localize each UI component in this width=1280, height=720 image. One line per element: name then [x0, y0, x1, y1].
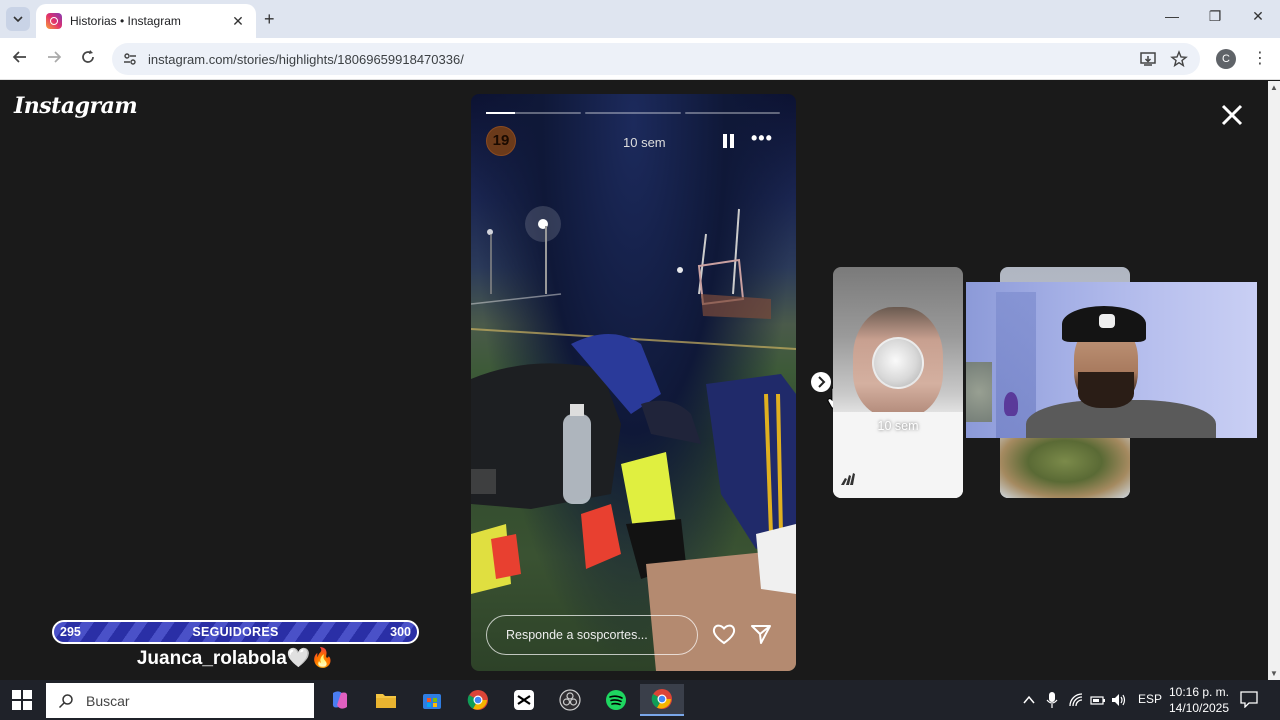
- wifi-icon[interactable]: [1068, 692, 1084, 708]
- capcut-icon[interactable]: [502, 684, 546, 716]
- browser-toolbar: instagram.com/stories/highlights/1806965…: [0, 38, 1280, 80]
- chrome-icon[interactable]: [456, 684, 500, 716]
- system-clock[interactable]: 10:16 p. m. 14/10/2025: [1164, 684, 1234, 716]
- story-progress-bar: [486, 112, 780, 114]
- tab-search-button[interactable]: [6, 7, 30, 31]
- back-button[interactable]: [10, 49, 30, 69]
- minimize-button[interactable]: —: [1152, 8, 1192, 24]
- arrow-left-icon: [12, 51, 26, 63]
- story-time: 10 sem: [623, 135, 666, 150]
- follower-count: 295: [60, 625, 81, 639]
- url-text: instagram.com/stories/highlights/1806965…: [148, 51, 464, 67]
- story-viewer[interactable]: 19 10 sem ••• Responde a sospcortes...: [471, 94, 796, 671]
- notifications-icon[interactable]: [1240, 690, 1258, 708]
- reload-button[interactable]: [78, 49, 98, 69]
- arrow-right-icon: [48, 51, 62, 63]
- new-tab-button[interactable]: +: [264, 9, 275, 30]
- microsoft-store-icon[interactable]: [410, 684, 454, 716]
- scroll-down-icon[interactable]: ▼: [1270, 669, 1278, 678]
- heart-icon[interactable]: [711, 622, 737, 646]
- cap-logo-icon: [1099, 314, 1115, 328]
- windows-taskbar: Buscar ESP 10:16 p. m. 14/10/2025: [0, 680, 1280, 720]
- windows-start-icon[interactable]: [12, 690, 32, 710]
- address-bar[interactable]: instagram.com/stories/highlights/1806965…: [112, 43, 1200, 75]
- reload-icon: [82, 50, 94, 63]
- chrome-active-icon[interactable]: [640, 684, 684, 716]
- story-image: [471, 206, 796, 671]
- webcam-plant: [966, 362, 992, 422]
- battery-icon[interactable]: [1090, 692, 1106, 708]
- microphone-icon[interactable]: [1046, 692, 1058, 708]
- browser-menu-icon[interactable]: ⋮: [1252, 48, 1268, 68]
- pause-icon[interactable]: [723, 134, 735, 148]
- window-close-button[interactable]: ✕: [1238, 8, 1278, 25]
- site-info-icon[interactable]: [122, 51, 138, 67]
- scroll-up-icon[interactable]: ▲: [1270, 83, 1278, 92]
- clock-date: 14/10/2025: [1168, 701, 1230, 715]
- close-stories-icon[interactable]: [1218, 101, 1246, 129]
- webcam-overlay: [966, 282, 1257, 438]
- chevron-down-icon: [13, 16, 23, 22]
- volume-icon[interactable]: [1111, 692, 1127, 708]
- follower-goal-bar: SEGUIDORES 295 300: [52, 620, 419, 644]
- progress-segment: [585, 112, 681, 114]
- search-icon: [58, 693, 73, 708]
- more-options-icon[interactable]: •••: [751, 128, 773, 149]
- bookmark-star-icon[interactable]: [1170, 50, 1188, 68]
- tab-close-icon[interactable]: ✕: [230, 13, 246, 30]
- next-story-preview[interactable]: 10 sem: [833, 267, 963, 498]
- instagram-stories-page: Instagram 19 10 sem ••• Responde a sospc…: [0, 81, 1268, 680]
- progress-segment: [684, 112, 780, 114]
- follower-goal: 300: [390, 625, 411, 639]
- streamer-beard: [1078, 372, 1134, 408]
- instagram-logo[interactable]: Instagram: [14, 93, 138, 119]
- instagram-favicon-icon: [46, 13, 62, 29]
- reply-input[interactable]: Responde a sospcortes...: [486, 615, 698, 655]
- file-explorer-icon[interactable]: [364, 684, 408, 716]
- browser-tab[interactable]: Historias • Instagram ✕: [36, 4, 256, 38]
- spotify-icon[interactable]: [594, 684, 638, 716]
- tab-strip: Historias • Instagram ✕ + — ❐ ✕: [0, 0, 1280, 38]
- install-app-icon[interactable]: [1139, 50, 1157, 68]
- restore-button[interactable]: ❐: [1195, 8, 1235, 25]
- preview2-image: [1000, 437, 1130, 498]
- preview-avatar: [872, 337, 924, 389]
- profile-avatar[interactable]: C: [1216, 49, 1236, 69]
- tab-title: Historias • Instagram: [70, 14, 181, 28]
- obs-icon[interactable]: [548, 684, 592, 716]
- streamer-username: Juanca_rolabola🤍🔥: [136, 648, 335, 669]
- follower-goal-label: SEGUIDORES: [192, 625, 279, 639]
- forward-button[interactable]: [44, 49, 64, 69]
- clock-time: 10:16 p. m.: [1168, 685, 1230, 699]
- page-scrollbar[interactable]: ▲ ▼: [1268, 81, 1280, 680]
- progress-segment: [486, 112, 582, 114]
- webcam-figurine: [1004, 392, 1018, 416]
- taskbar-search[interactable]: Buscar: [46, 683, 314, 718]
- chevron-up-icon[interactable]: [1022, 694, 1036, 706]
- send-icon[interactable]: [749, 622, 773, 646]
- language-indicator[interactable]: ESP: [1138, 692, 1162, 706]
- search-placeholder: Buscar: [86, 692, 130, 709]
- preview-time: 10 sem: [877, 419, 919, 433]
- copilot-icon[interactable]: [318, 684, 362, 716]
- adidas-logo-icon: [841, 473, 855, 485]
- story-avatar[interactable]: 19: [486, 126, 516, 156]
